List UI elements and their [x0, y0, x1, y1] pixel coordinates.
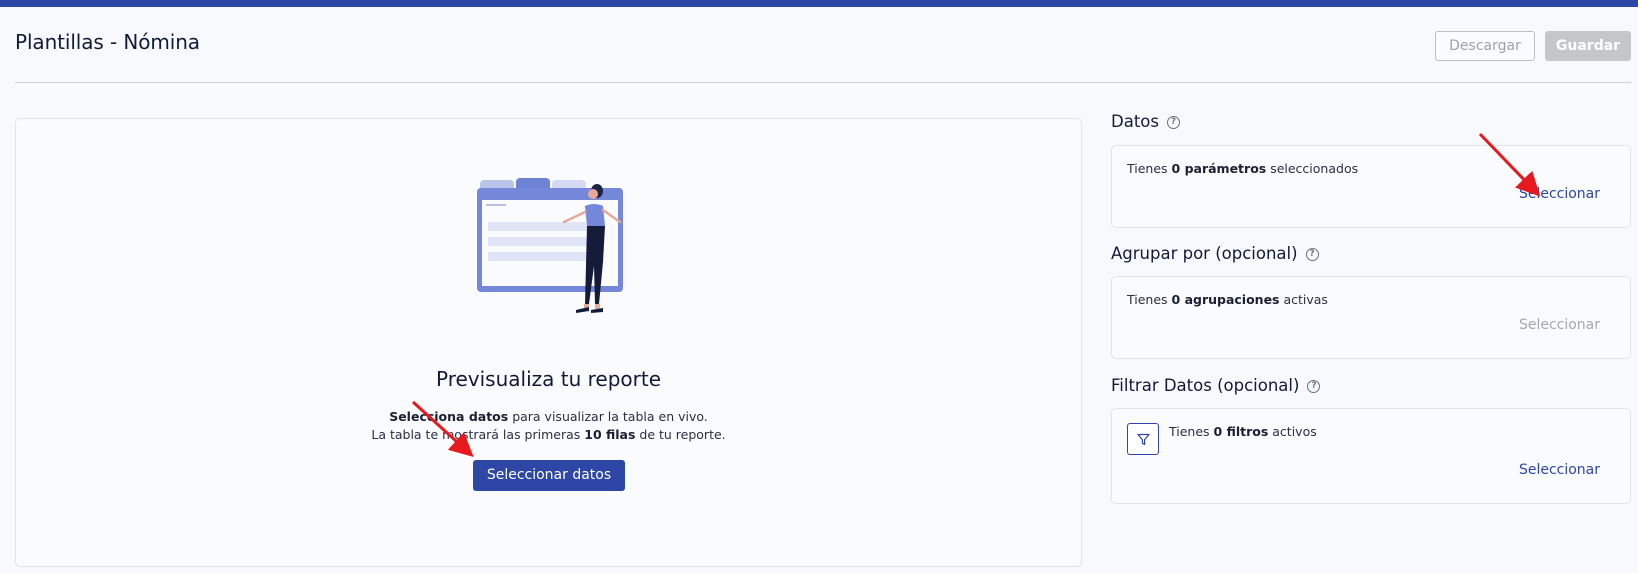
summary-text: Tienes [1127, 161, 1172, 176]
summary-count: 0 parámetros [1171, 161, 1267, 176]
filter-icon[interactable] [1127, 423, 1159, 455]
agrupar-section-title: Agrupar por (opcional)? [1111, 244, 1319, 263]
filtrar-summary: Tienes 0 filtros activos [1169, 424, 1317, 439]
datos-select-link[interactable]: Seleccionar [1519, 186, 1600, 202]
datos-title-text: Datos [1111, 112, 1159, 131]
preview-description-text: para visualizar la tabla en vivo. [508, 409, 708, 424]
agrupar-summary: Tienes 0 agrupaciones activas [1127, 292, 1328, 307]
summary-count: 0 filtros [1213, 424, 1269, 439]
agrupar-title-text: Agrupar por (opcional) [1111, 244, 1298, 263]
datos-summary: Tienes 0 parámetros seleccionados [1127, 161, 1358, 176]
preview-description-line-2: La tabla te mostrará las primeras 10 fil… [15, 427, 1082, 442]
filtrar-card: Tienes 0 filtros activos Seleccionar [1111, 408, 1631, 504]
filtrar-title-text: Filtrar Datos (opcional) [1111, 376, 1300, 395]
filtrar-select-link[interactable]: Seleccionar [1519, 462, 1600, 478]
summary-text: Tienes [1127, 292, 1172, 307]
help-icon[interactable]: ? [1166, 116, 1180, 129]
summary-text: Tienes [1169, 424, 1214, 439]
filtrar-section-title: Filtrar Datos (opcional)? [1111, 376, 1321, 395]
top-accent-bar [0, 0, 1638, 7]
preview-title: Previsualiza tu reporte [435, 367, 662, 391]
summary-text: activas [1279, 292, 1328, 307]
header-divider [15, 82, 1631, 83]
datos-card: Tienes 0 parámetros seleccionados Selecc… [1111, 145, 1631, 228]
report-preview-illustration [477, 178, 623, 313]
summary-count: 0 agrupaciones [1171, 292, 1280, 307]
select-data-button[interactable]: Seleccionar datos [473, 460, 625, 491]
datos-section-title: Datos? [1111, 112, 1180, 131]
preview-description-text: de tu reporte. [635, 427, 726, 442]
preview-description-text: La tabla te mostrará las primeras [371, 427, 585, 442]
help-icon[interactable]: ? [1307, 380, 1321, 393]
preview-description-bold: 10 filas [584, 427, 636, 442]
save-button[interactable]: Guardar [1545, 31, 1631, 61]
agrupar-select-link[interactable]: Seleccionar [1519, 317, 1600, 333]
preview-description-line-1: Selecciona datos para visualizar la tabl… [15, 409, 1082, 424]
agrupar-card: Tienes 0 agrupaciones activas Selecciona… [1111, 276, 1631, 359]
summary-text: seleccionados [1266, 161, 1359, 176]
preview-description-bold: Selecciona datos [389, 409, 509, 424]
help-icon[interactable]: ? [1305, 248, 1319, 261]
summary-text: activos [1268, 424, 1317, 439]
page-title: Plantillas - Nómina [15, 30, 200, 54]
download-button[interactable]: Descargar [1435, 31, 1535, 61]
